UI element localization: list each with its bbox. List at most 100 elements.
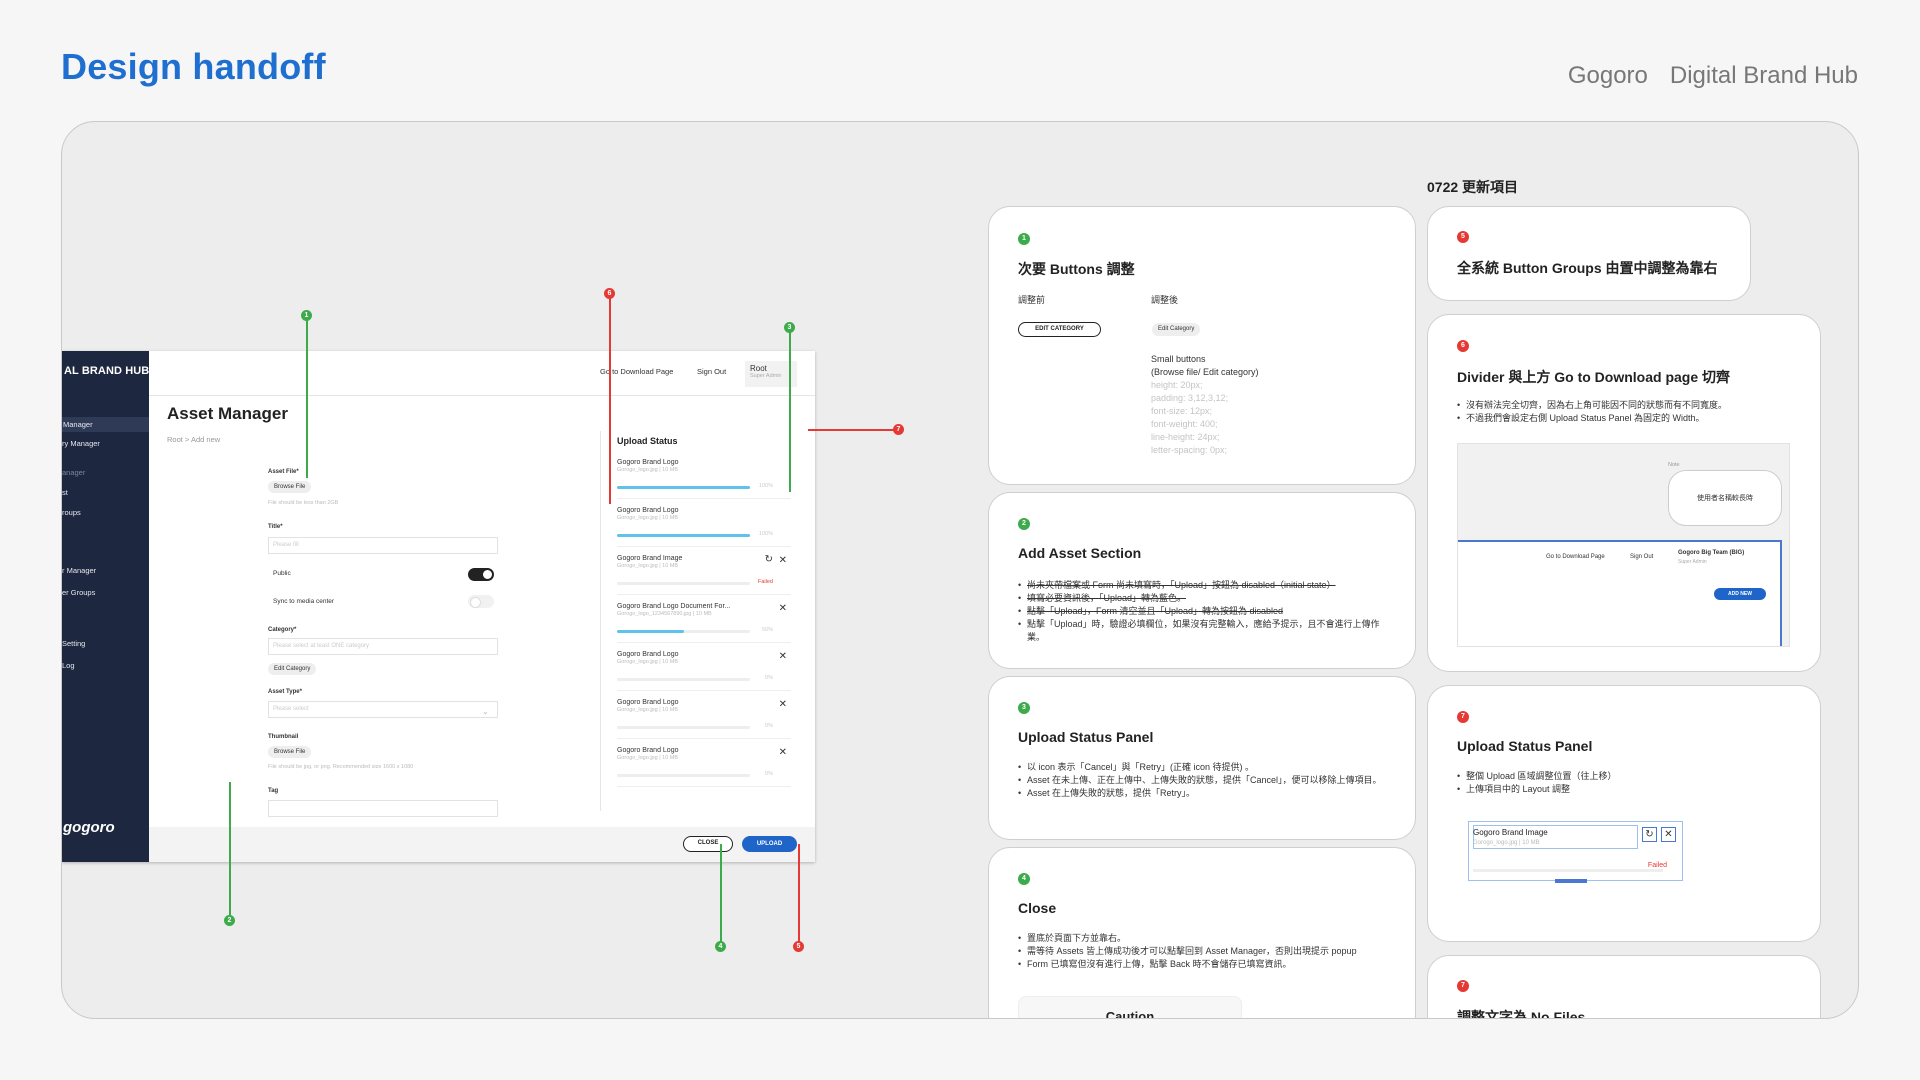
gogoro-logo: gogoro bbox=[63, 819, 115, 836]
tag-input[interactable] bbox=[268, 800, 498, 817]
note-item: 尚未夾帶檔案或 Form 尚未填寫時，「Upload」按鈕為 disabled（… bbox=[1018, 579, 1387, 592]
example-progress-bar bbox=[1473, 869, 1663, 872]
public-label: Public bbox=[273, 570, 291, 577]
example-download-link: Go to Download Page bbox=[1546, 554, 1605, 560]
annotation-line-4 bbox=[720, 844, 722, 946]
annotation-line-6 bbox=[609, 294, 611, 504]
cancel-icon[interactable]: ✕ bbox=[779, 747, 787, 758]
card-title: Upload Status Panel bbox=[1018, 729, 1154, 745]
example-user-role: Super Admin bbox=[1678, 559, 1707, 565]
card-number: 6 bbox=[1457, 340, 1469, 352]
sidebar-item-groups[interactable]: roups bbox=[62, 508, 81, 517]
annotation-line-5 bbox=[798, 844, 800, 946]
card-title: Upload Status Panel bbox=[1457, 738, 1593, 754]
retry-icon[interactable]: ↻ bbox=[765, 554, 773, 565]
note-item: 以 icon 表示「Cancel」與「Retry」(正確 icon 待提供) 。 bbox=[1018, 761, 1387, 774]
retry-icon: ↻ bbox=[1642, 827, 1657, 842]
divider-example-screenshot: Note 使用者名稱較長時 Go to Download Page Sign O… bbox=[1457, 443, 1790, 647]
browse-file-button[interactable]: Browse File bbox=[268, 481, 312, 493]
user-name: Root bbox=[750, 364, 767, 373]
annotation-marker-5: 5 bbox=[793, 941, 804, 952]
upload-button[interactable]: UPLOAD bbox=[742, 836, 797, 852]
public-toggle[interactable] bbox=[468, 568, 494, 581]
card-number: 5 bbox=[1457, 231, 1469, 243]
upload-item: Gogoro Brand Logo Gorogo_logo.jpg | 10 MB… bbox=[617, 699, 791, 739]
card-add-asset-section: 2 Add Asset Section 尚未夾帶檔案或 Form 尚未填寫時，「… bbox=[988, 492, 1416, 669]
annotation-line-7 bbox=[808, 429, 899, 431]
sidebar: AL BRAND HUB Manager ry Manager anager s… bbox=[62, 351, 149, 862]
sign-out-link[interactable]: Sign Out bbox=[697, 367, 726, 376]
thumbnail-browse-button[interactable]: Browse File bbox=[268, 746, 312, 758]
handoff-canvas: AL BRAND HUB Manager ry Manager anager s… bbox=[61, 121, 1859, 1019]
upload-item-divider bbox=[617, 642, 791, 643]
updates-title: 0722 更新項目 bbox=[1427, 179, 1519, 195]
selection-handle bbox=[1555, 879, 1587, 883]
upload-progress-bar bbox=[617, 486, 750, 489]
note-item: 上傳項目中的 Layout 調整 bbox=[1457, 783, 1792, 796]
card-close: 4 Close 置底於頁面下方並靠右。需等待 Assets 皆上傳成功後才可以點… bbox=[988, 847, 1416, 1018]
upload-item: Gogoro Brand Logo Gorogo_logo.jpg | 10 MB… bbox=[617, 507, 791, 547]
thumbnail-help: File should be jpg, or png. Recommended … bbox=[268, 764, 414, 770]
example-add-new-button: ADD NEW bbox=[1714, 588, 1766, 600]
note-label: Note bbox=[1668, 462, 1680, 468]
card-upload-status-layout: 7 Upload Status Panel 整個 Upload 區域調整位置（往… bbox=[1427, 685, 1821, 942]
upload-progress-fill bbox=[617, 486, 750, 489]
go-to-download-link[interactable]: Go to Download Page bbox=[600, 367, 673, 376]
card-notes: 尚未夾帶檔案或 Form 尚未填寫時，「Upload」按鈕為 disabled（… bbox=[1018, 579, 1387, 644]
spec-title: Small buttons bbox=[1151, 354, 1206, 364]
title-label: Title* bbox=[268, 524, 283, 530]
breadcrumb: Root > Add new bbox=[167, 435, 221, 444]
cancel-icon[interactable]: ✕ bbox=[779, 651, 787, 662]
upload-item-name: Gogoro Brand Logo bbox=[617, 651, 679, 658]
edit-category-button-before: EDIT CATEGORY bbox=[1018, 322, 1101, 337]
title-input[interactable]: Please fill bbox=[268, 537, 498, 554]
cancel-icon[interactable]: ✕ bbox=[779, 603, 787, 614]
sidebar-item-category-manager[interactable]: ry Manager bbox=[62, 439, 100, 448]
sidebar-item-asset-manager[interactable]: Manager bbox=[62, 417, 149, 432]
close-button[interactable]: CLOSE bbox=[683, 836, 733, 852]
sync-toggle[interactable] bbox=[468, 595, 494, 608]
upload-item-meta: Gorogo_logo.jpg | 10 MB bbox=[617, 467, 679, 473]
upload-item-divider bbox=[617, 786, 791, 787]
asset-file-label: Asset File* bbox=[268, 469, 299, 475]
card-number: 2 bbox=[1018, 518, 1030, 530]
asset-type-select[interactable]: Please select bbox=[268, 701, 498, 718]
asset-manager-title: Asset Manager bbox=[167, 404, 288, 423]
upload-item-name: Gogoro Brand Logo bbox=[617, 699, 679, 706]
upload-progress-bar bbox=[617, 774, 750, 777]
card-notes: 沒有辦法完全切齊，因為右上角可能因不同的狀態而有不同寬度。不過我們會設定右側 U… bbox=[1457, 399, 1792, 425]
sidebar-item-log[interactable]: Log bbox=[62, 661, 75, 670]
upload-item-divider bbox=[617, 498, 791, 499]
card-notes: 置底於頁面下方並靠右。需等待 Assets 皆上傳成功後才可以點擊回到 Asse… bbox=[1018, 932, 1387, 971]
chevron-down-icon: ⌄ bbox=[482, 707, 489, 716]
sidebar-section-label: anager bbox=[62, 468, 86, 477]
upload-progress-bar bbox=[617, 630, 750, 633]
edit-category-button[interactable]: Edit Category bbox=[268, 663, 317, 675]
upload-item-divider bbox=[617, 738, 791, 739]
note-item: Asset 在上傳失敗的狀態，提供「Retry」。 bbox=[1018, 787, 1387, 800]
sidebar-item-list[interactable]: st bbox=[62, 488, 68, 497]
note-item: Asset 在未上傳、正在上傳中、上傳失敗的狀態，提供「Cancel」，便可以移… bbox=[1018, 774, 1387, 787]
cancel-icon[interactable]: ✕ bbox=[779, 699, 787, 710]
card-number: 4 bbox=[1018, 873, 1030, 885]
sidebar-item-user-groups[interactable]: er Groups bbox=[62, 588, 95, 597]
upload-item-status: 0% bbox=[765, 723, 773, 729]
spec-line: letter-spacing: 0px; bbox=[1151, 445, 1228, 455]
example-signout-link: Sign Out bbox=[1630, 554, 1654, 560]
upload-item-name: Gogoro Brand Logo bbox=[617, 507, 679, 514]
sidebar-brand: AL BRAND HUB bbox=[64, 365, 150, 377]
note-item: 點擊「Upload」時，驗證必填欄位，如果沒有完整輸入，應給予提示，且不會進行上… bbox=[1018, 618, 1387, 644]
card-upload-status-panel: 3 Upload Status Panel 以 icon 表示「Cancel」與… bbox=[988, 676, 1416, 840]
upload-item-status: 0% bbox=[765, 771, 773, 777]
after-label: 調整後 bbox=[1151, 295, 1179, 305]
sidebar-item-user-manager[interactable]: r Manager bbox=[62, 566, 96, 575]
annotation-marker-3: 3 bbox=[784, 322, 795, 333]
sidebar-item-setting[interactable]: Setting bbox=[62, 639, 85, 648]
category-select[interactable]: Please select at least ONE category bbox=[268, 638, 498, 655]
upload-item-status: Failed bbox=[758, 579, 773, 585]
spec-line: line-height: 24px; bbox=[1151, 432, 1220, 442]
upload-progress-bar bbox=[617, 582, 750, 585]
upload-item-name: Gogoro Brand Logo Document For... bbox=[617, 603, 731, 610]
cancel-icon[interactable]: ✕ bbox=[779, 555, 787, 566]
example-failed-status: Failed bbox=[1647, 862, 1667, 869]
